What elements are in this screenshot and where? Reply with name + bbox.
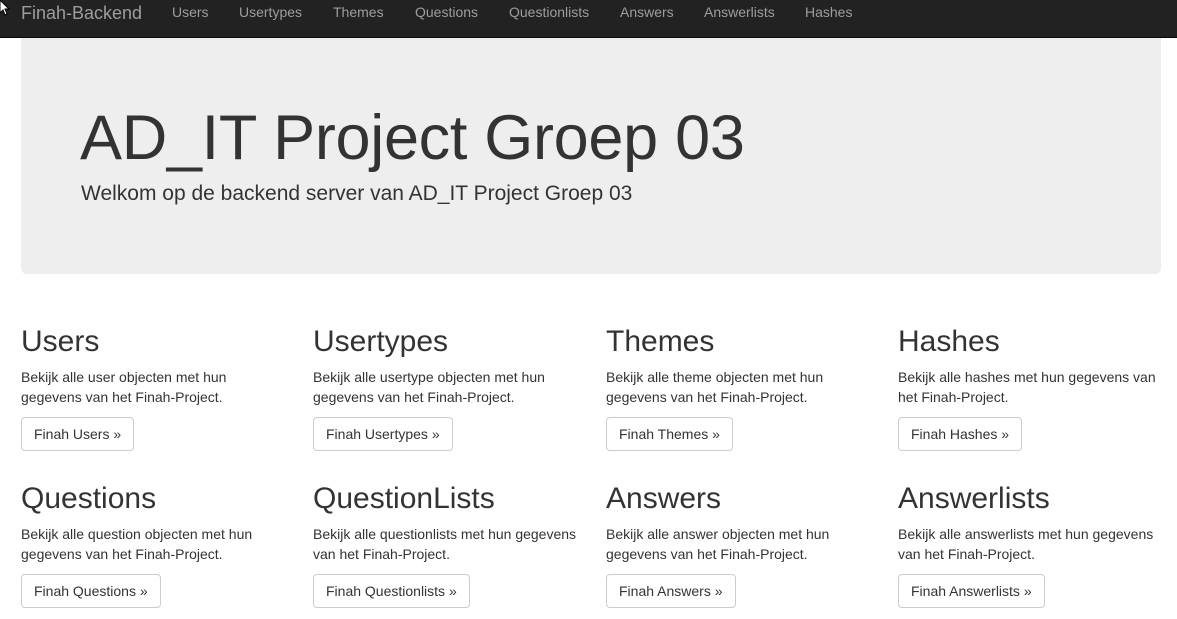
card-text: Bekijk alle theme objecten met hun gegev… xyxy=(606,369,824,405)
finah-themes-button[interactable]: Finah Themes » xyxy=(606,417,733,451)
finah-answerlists-button[interactable]: Finah Answerlists » xyxy=(898,574,1045,608)
card-heading: Hashes xyxy=(898,325,1000,358)
page-lead: Welkom op de backend server van AD_IT Pr… xyxy=(81,182,633,205)
finah-questions-button[interactable]: Finah Questions » xyxy=(21,574,161,608)
card-text: Bekijk alle answer objecten met hun gege… xyxy=(606,526,830,562)
card-heading: Themes xyxy=(606,325,715,358)
card-text: Bekijk alle hashes met hun gegevens van … xyxy=(898,369,1156,405)
mouse-cursor-icon xyxy=(0,0,10,16)
card-users: Users Bekijk alle user objecten met hun … xyxy=(21,325,291,465)
nav-link-themes[interactable]: Themes xyxy=(333,4,384,20)
finah-users-button[interactable]: Finah Users » xyxy=(21,417,135,451)
card-heading: Questions xyxy=(21,482,157,515)
card-heading: Usertypes xyxy=(313,325,449,358)
jumbotron: AD_IT Project Groep 03 Welkom op de back… xyxy=(21,38,1161,274)
card-questionlists: QuestionLists Bekijk alle questionlists … xyxy=(313,482,583,619)
card-text: Bekijk alle question objecten met hun ge… xyxy=(21,526,253,562)
nav-link-questionlists[interactable]: Questionlists xyxy=(509,4,589,20)
nav-link-hashes[interactable]: Hashes xyxy=(805,4,852,20)
page-title: AD_IT Project Groep 03 xyxy=(80,103,745,173)
finah-answers-button[interactable]: Finah Answers » xyxy=(606,574,736,608)
card-hashes: Hashes Bekijk alle hashes met hun gegeve… xyxy=(898,325,1168,465)
card-answerlists: Answerlists Bekijk alle answerlists met … xyxy=(898,482,1168,619)
card-heading: Answerlists xyxy=(898,482,1050,515)
card-text: Bekijk alle questionlists met hun gegeve… xyxy=(313,526,577,562)
card-heading: Users xyxy=(21,325,100,358)
card-usertypes: Usertypes Bekijk alle usertype objecten … xyxy=(313,325,583,465)
card-text: Bekijk alle user objecten met hun gegeve… xyxy=(21,369,227,405)
card-heading: Answers xyxy=(606,482,722,515)
card-answers: Answers Bekijk alle answer objecten met … xyxy=(606,482,876,619)
nav-link-answerlists[interactable]: Answerlists xyxy=(704,4,775,20)
card-text: Bekijk alle answerlists met hun gegevens… xyxy=(898,526,1154,562)
nav-link-users[interactable]: Users xyxy=(172,4,209,20)
card-themes: Themes Bekijk alle theme objecten met hu… xyxy=(606,325,876,465)
card-heading: QuestionLists xyxy=(313,482,495,515)
card-questions: Questions Bekijk alle question objecten … xyxy=(21,482,291,619)
finah-questionlists-button[interactable]: Finah Questionlists » xyxy=(313,574,470,608)
navbar: Finah-Backend Users Usertypes Themes Que… xyxy=(0,0,1177,38)
nav-link-answers[interactable]: Answers xyxy=(620,4,674,20)
nav-link-usertypes[interactable]: Usertypes xyxy=(239,4,302,20)
nav-link-questions[interactable]: Questions xyxy=(415,4,478,20)
finah-hashes-button[interactable]: Finah Hashes » xyxy=(898,417,1023,451)
finah-usertypes-button[interactable]: Finah Usertypes » xyxy=(313,417,453,451)
card-text: Bekijk alle usertype objecten met hun ge… xyxy=(313,369,545,405)
navbar-brand[interactable]: Finah-Backend xyxy=(21,2,142,24)
